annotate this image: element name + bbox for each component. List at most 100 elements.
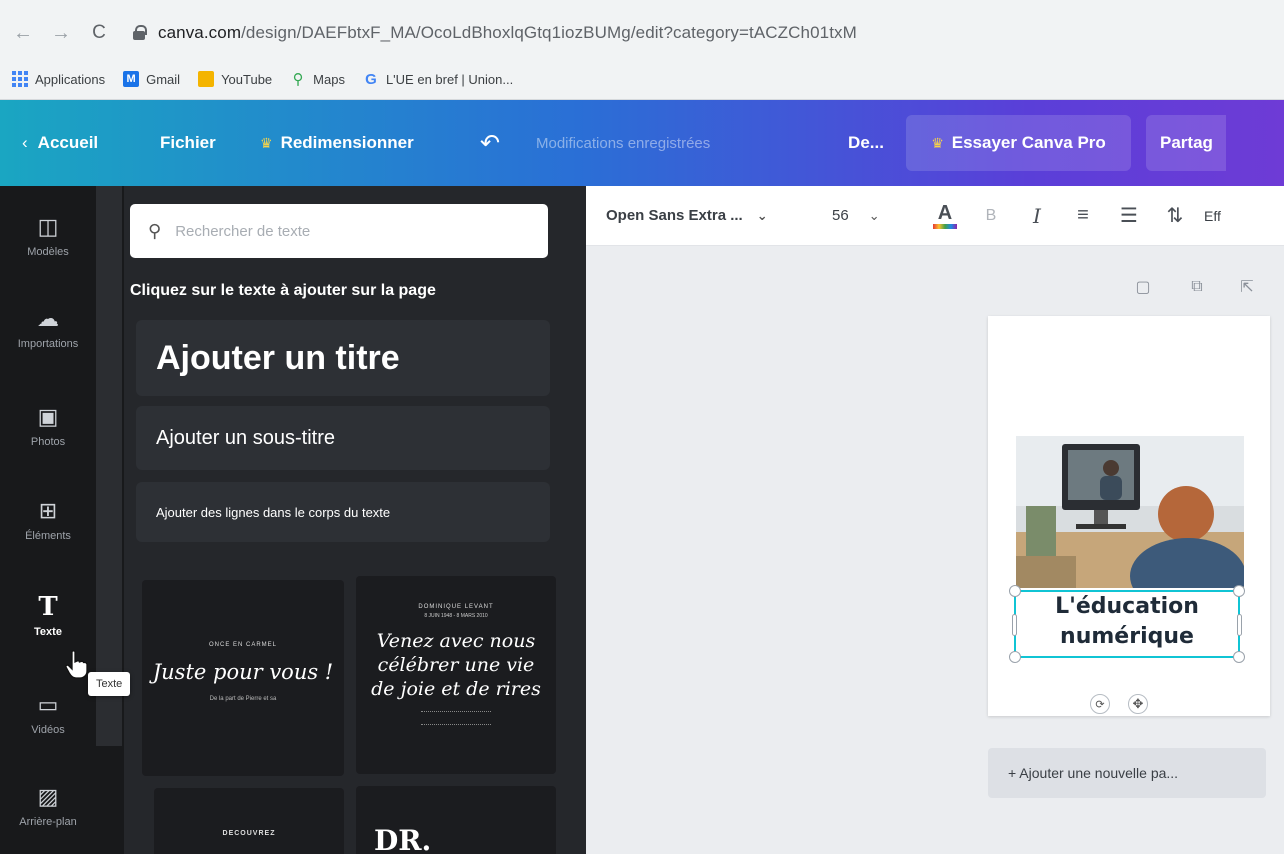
forward-button[interactable]: → xyxy=(46,18,76,48)
rail-label: Modèles xyxy=(27,246,69,258)
maps-pin-icon: ⚲ xyxy=(292,71,304,88)
address-bar[interactable]: canva.com/design/DAEFbtxF_MA/OcoLdBhoxlq… xyxy=(124,13,1244,53)
design-canvas[interactable]: ▢ ⧉ ⇱ L'éducation numérique ⟳ ✥ + Ajoute… xyxy=(586,246,1284,854)
resize-handle-bottom-left[interactable] xyxy=(1009,651,1021,663)
search-icon: ⚲ xyxy=(148,220,162,241)
effects-button[interactable]: Eff xyxy=(1204,208,1221,224)
design-title-button[interactable]: De... xyxy=(826,100,906,186)
template-script-text: Venez avec nous xyxy=(376,630,536,652)
text-search-input[interactable] xyxy=(175,222,516,240)
add-page-icon[interactable]: ⇱ xyxy=(1236,276,1258,298)
bookmark-applications[interactable]: Applications xyxy=(12,71,105,87)
rail-label: Texte xyxy=(34,626,62,638)
undo-button[interactable]: ↶ xyxy=(472,100,508,186)
font-family-select[interactable]: Open Sans Extra ... ⌄ xyxy=(606,207,824,224)
design-page[interactable]: L'éducation numérique ⟳ ✥ xyxy=(988,316,1270,716)
bold-button[interactable]: B xyxy=(968,207,1014,225)
resize-handle-right[interactable] xyxy=(1237,614,1242,636)
template-fine-print xyxy=(421,711,491,725)
add-body-text-button[interactable]: Ajouter des lignes dans le corps du text… xyxy=(136,482,550,542)
home-button[interactable]: ‹ Accueil xyxy=(22,100,132,186)
file-menu-button[interactable]: Fichier xyxy=(160,100,260,186)
rotate-handle[interactable]: ⟳ xyxy=(1090,694,1110,714)
reload-icon: C xyxy=(92,22,106,43)
back-button[interactable]: ← xyxy=(8,18,38,48)
back-arrow-icon: ← xyxy=(13,21,33,44)
templates-icon: ◫ xyxy=(37,214,59,239)
share-button[interactable]: Partag xyxy=(1146,115,1226,171)
template-script-text: de joie et de rires xyxy=(371,678,541,700)
chevron-down-icon: ⌄ xyxy=(756,207,768,223)
rail-label: Arrière-plan xyxy=(19,816,77,828)
font-size-select[interactable]: 56 ⌄ xyxy=(832,207,922,224)
template-big-text: DR. xyxy=(374,824,432,854)
rail-item-background[interactable]: ▨ Arrière-plan xyxy=(0,784,96,828)
font-size-value: 56 xyxy=(832,207,849,224)
google-icon: G xyxy=(365,70,377,88)
duplicate-page-icon[interactable]: ⧉ xyxy=(1186,276,1208,298)
elements-icon: ⊞ xyxy=(38,498,58,523)
template-sub-text: De la part de Pierre et sa xyxy=(209,696,277,702)
bookmark-maps[interactable]: ⚲ Maps xyxy=(290,71,345,88)
text-color-button[interactable]: A xyxy=(922,203,968,229)
italic-button[interactable]: I xyxy=(1014,204,1060,228)
video-icon: ▭ xyxy=(37,692,59,717)
forward-arrow-icon: → xyxy=(51,21,71,44)
list-button[interactable]: ☰ xyxy=(1106,203,1152,228)
rail-label: Importations xyxy=(17,338,79,350)
bookmark-label: Gmail xyxy=(146,71,181,87)
browser-chrome: ← → C canva.com/design/DAEFbtxF_MA/OcoLd… xyxy=(0,0,1284,100)
heading-line-1: L'éducation xyxy=(1055,594,1199,619)
bookmark-label: YouTube xyxy=(221,71,273,87)
undo-icon: ↶ xyxy=(479,129,501,157)
gmail-icon: M xyxy=(123,71,140,87)
add-subheading-button[interactable]: Ajouter un sous-titre xyxy=(136,406,550,470)
tooltip: Texte xyxy=(88,672,131,696)
rail-item-templates[interactable]: ◫ Modèles xyxy=(0,214,96,258)
resize-handle-top-left[interactable] xyxy=(1009,585,1021,597)
chevron-down-icon: ⌄ xyxy=(868,207,880,223)
text-search-box[interactable]: ⚲ xyxy=(130,204,548,258)
text-icon: T xyxy=(38,592,58,622)
photos-icon: ▣ xyxy=(37,404,59,429)
file-label: Fichier xyxy=(160,133,216,152)
rail-item-text[interactable]: T Texte xyxy=(0,592,96,638)
resize-handle-bottom-right[interactable] xyxy=(1233,651,1245,663)
try-pro-button[interactable]: ♛ Essayer Canva Pro xyxy=(906,115,1131,171)
align-button[interactable]: ≡ xyxy=(1060,204,1106,227)
text-template-card[interactable]: ONCE EN CARMEL Juste pour vous ! De la p… xyxy=(142,580,344,776)
text-template-card[interactable]: DR. xyxy=(356,786,556,854)
template-small-text: 8 JUIN 1948 - 8 MARS 2010 xyxy=(424,613,488,619)
resize-handle-top-right[interactable] xyxy=(1233,585,1245,597)
editor-header: ‹ Accueil Fichier ♛ Redimensionner ↶ Mod… xyxy=(0,100,1284,186)
template-script-text: Juste pour vous ! xyxy=(152,660,334,684)
crown-icon: ♛ xyxy=(931,134,944,151)
reload-button[interactable]: C xyxy=(84,18,114,48)
rail-item-uploads[interactable]: ☁ Importations xyxy=(0,306,96,350)
heading-text-box[interactable]: L'éducation numérique xyxy=(1009,585,1245,663)
screen: { "browser": { "url_host": "canva.com", … xyxy=(0,0,1284,854)
resize-handle-left[interactable] xyxy=(1012,614,1017,636)
add-heading-button[interactable]: Ajouter un titre xyxy=(136,320,550,396)
text-toolbar: Open Sans Extra ... ⌄ 56 ⌄ A B I ≡ ☰ ⇅ E… xyxy=(586,186,1284,246)
text-color-icon: A xyxy=(933,203,957,229)
font-family-value: Open Sans Extra ... xyxy=(606,207,743,224)
rail-item-videos[interactable]: ▭ Vidéos xyxy=(0,692,96,736)
add-new-page-button[interactable]: + Ajouter une nouvelle pa... xyxy=(988,748,1266,798)
chevron-left-icon: ‹ xyxy=(22,133,28,152)
design-photo[interactable] xyxy=(1016,436,1244,588)
text-template-card[interactable]: DOMINIQUE LEVANT 8 JUIN 1948 - 8 MARS 20… xyxy=(356,576,556,774)
bookmark-youtube[interactable]: YouTube xyxy=(198,71,272,87)
bookmark-gmail[interactable]: M Gmail xyxy=(123,71,180,87)
resize-label: Redimensionner xyxy=(280,133,414,152)
spacing-button[interactable]: ⇅ xyxy=(1152,203,1198,228)
rail-item-photos[interactable]: ▣ Photos xyxy=(0,404,96,448)
text-template-card[interactable]: DECOUVREZ xyxy=(154,788,344,854)
rail-item-elements[interactable]: ⊞ Éléments xyxy=(0,498,96,542)
resize-button[interactable]: ♛ Redimensionner xyxy=(260,100,460,186)
background-icon: ▨ xyxy=(37,784,59,809)
side-nav-scrollbar[interactable] xyxy=(96,186,122,746)
note-icon[interactable]: ▢ xyxy=(1132,276,1154,298)
bookmark-ue[interactable]: G L'UE en bref | Union... xyxy=(363,70,513,88)
move-handle[interactable]: ✥ xyxy=(1128,694,1148,714)
